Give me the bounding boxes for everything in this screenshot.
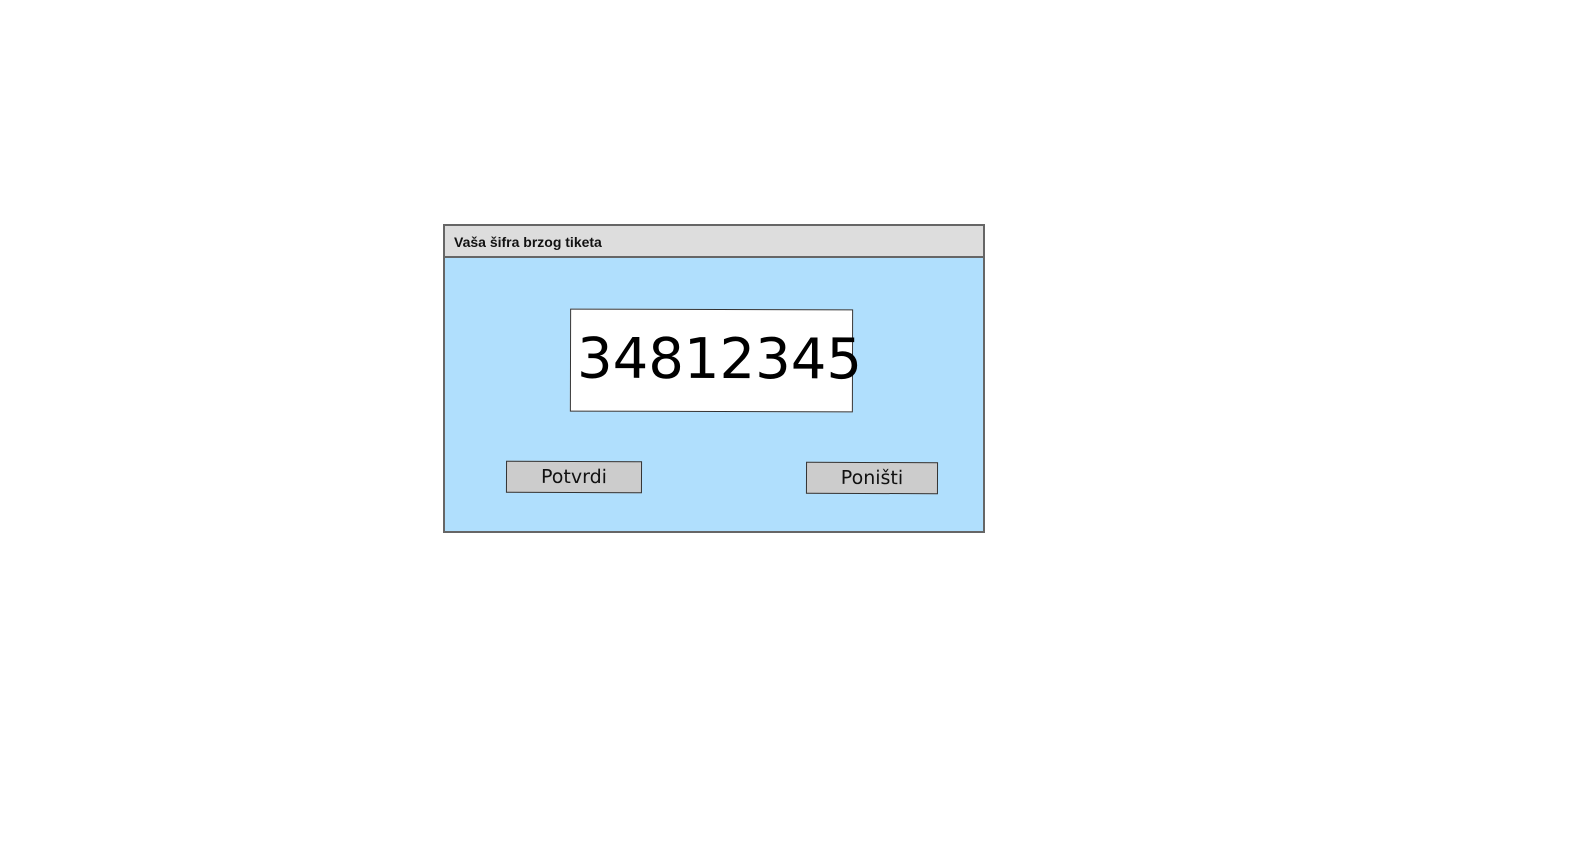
quick-ticket-dialog: Vaša šifra brzog tiketa 34812345 Potvrdi…	[443, 224, 985, 533]
ticket-code-value: 34812345	[576, 326, 863, 393]
cancel-button[interactable]: Poništi	[805, 461, 939, 495]
confirm-button[interactable]: Potvrdi	[505, 460, 643, 494]
ticket-code-display: 34812345	[569, 308, 863, 413]
dialog-title: Vaša šifra brzog tiketa	[454, 234, 602, 250]
dialog-titlebar: Vaša šifra brzog tiketa	[445, 226, 983, 258]
